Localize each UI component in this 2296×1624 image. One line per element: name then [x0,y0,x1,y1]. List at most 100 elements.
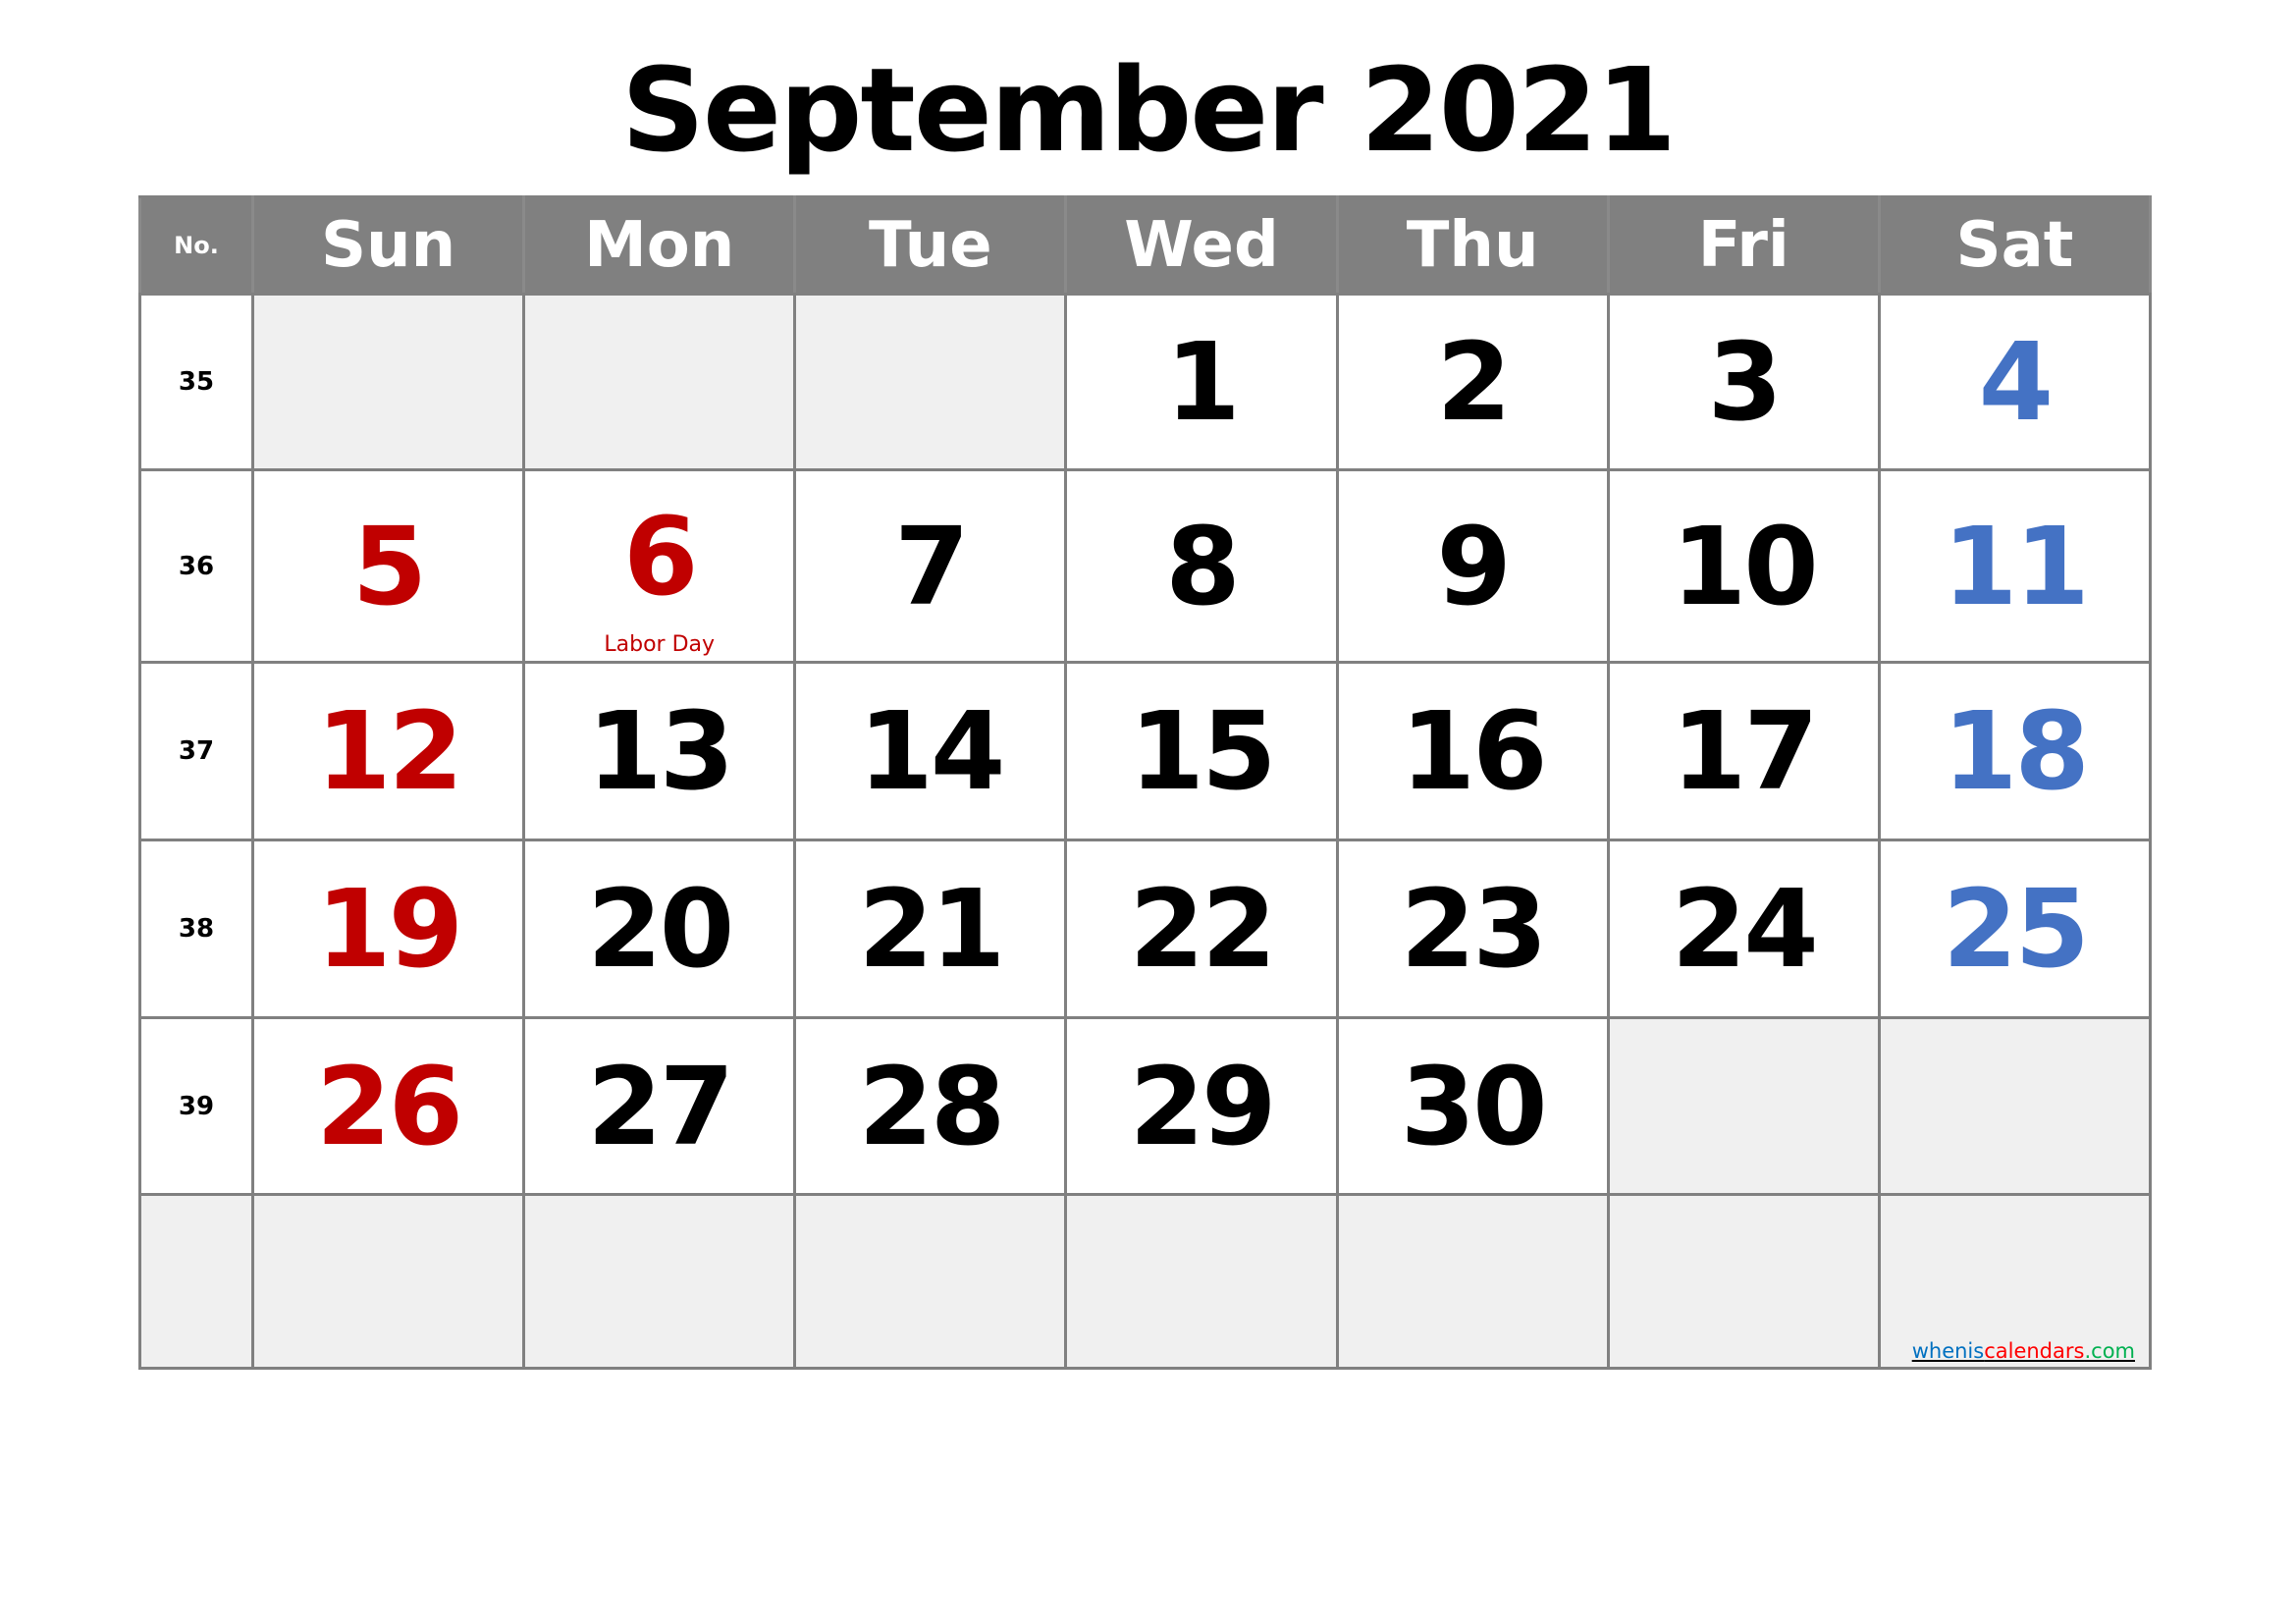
day-cell[interactable]: 17 [1606,661,1881,841]
day-cell[interactable]: 24 [1606,839,1881,1019]
week-row: 37 12 13 14 15 16 17 18 [138,661,2153,841]
day-number: 12 [316,688,463,814]
weekday-header-sat: Sat [1877,195,2153,296]
week-number: 37 [138,661,254,841]
day-cell[interactable]: 2 [1335,293,1610,471]
day-cell[interactable]: 9 [1335,468,1610,664]
weekday-header-fri: Fri [1606,195,1881,296]
empty-day-cell [1064,1193,1339,1370]
empty-day-cell [793,1193,1068,1370]
empty-day-cell [1335,1193,1610,1370]
week-row: 36 5 6 Labor Day 7 8 9 10 11 [138,468,2153,664]
day-number: 20 [587,866,734,992]
day-cell[interactable]: 1 [1064,293,1339,471]
week-row: 39 26 27 28 29 30 [138,1016,2153,1196]
day-number: 16 [1400,688,1548,814]
website-link-part3[interactable]: .com [2084,1339,2135,1363]
empty-day-cell [1606,1016,1881,1196]
day-cell[interactable]: 30 [1335,1016,1610,1196]
day-number: 11 [1942,503,2090,629]
day-cell[interactable]: 5 [250,468,526,664]
week-number: 36 [138,468,254,664]
day-cell[interactable]: 8 [1064,468,1339,664]
day-number: 7 [894,503,970,629]
week-number [138,1193,254,1370]
day-number: 28 [858,1043,1005,1169]
day-number: 15 [1129,688,1276,814]
weekday-header-thu: Thu [1335,195,1610,296]
empty-day-cell [250,1193,526,1370]
website-link-part1[interactable]: whenis [1912,1339,1985,1363]
weekday-header-sun: Sun [250,195,526,296]
day-number: 26 [316,1043,463,1169]
day-number: 9 [1436,503,1512,629]
week-number: 38 [138,839,254,1019]
day-cell[interactable]: 11 [1877,468,2153,664]
day-cell[interactable]: 16 [1335,661,1610,841]
day-cell[interactable]: 29 [1064,1016,1339,1196]
day-number: 25 [1942,866,2090,992]
calendar-grid: No. Sun Mon Tue Wed Thu Fri Sat 35 1 2 3 4 36… [138,195,2153,1370]
day-cell[interactable]: 21 [793,839,1068,1019]
day-number: 30 [1400,1043,1548,1169]
week-number-header: No. [138,195,254,296]
week-row: 35 1 2 3 4 [138,293,2153,471]
day-number: 27 [587,1043,734,1169]
day-cell[interactable]: 14 [793,661,1068,841]
day-number: 1 [1165,319,1241,445]
day-number: 14 [858,688,1005,814]
weekday-header-row: No. Sun Mon Tue Wed Thu Fri Sat [138,195,2153,296]
empty-day-cell [522,1193,797,1370]
day-cell[interactable]: 28 [793,1016,1068,1196]
weekday-header-wed: Wed [1064,195,1339,296]
day-cell[interactable]: 12 [250,661,526,841]
day-number: 18 [1942,688,2090,814]
website-link[interactable]: wheniscalendars.com [1912,1339,2135,1363]
week-row: 38 19 20 21 22 23 24 25 [138,839,2153,1019]
day-cell[interactable]: 23 [1335,839,1610,1019]
day-cell[interactable]: 13 [522,661,797,841]
day-cell[interactable]: 6 Labor Day [522,468,797,664]
day-number: 8 [1165,503,1241,629]
day-number: 2 [1436,319,1512,445]
day-cell[interactable]: 19 [250,839,526,1019]
weekday-header-tue: Tue [793,195,1068,296]
day-number: 29 [1129,1043,1276,1169]
empty-day-cell [522,293,797,471]
day-number: 22 [1129,866,1276,992]
day-number: 10 [1671,503,1819,629]
day-number: 6 [622,493,699,620]
day-cell[interactable]: 20 [522,839,797,1019]
holiday-label: Labor Day [604,632,716,657]
empty-day-cell [250,293,526,471]
empty-day-cell [793,293,1068,471]
calendar-title: September 2021 [620,42,1677,178]
day-number: 21 [858,866,1005,992]
day-cell[interactable]: 15 [1064,661,1339,841]
week-row: wheniscalendars.com [138,1193,2153,1370]
day-cell[interactable]: 25 [1877,839,2153,1019]
empty-day-cell [1606,1193,1881,1370]
day-cell[interactable]: 27 [522,1016,797,1196]
day-cell[interactable]: 18 [1877,661,2153,841]
day-number: 13 [587,688,734,814]
day-cell[interactable]: 7 [793,468,1068,664]
day-cell[interactable]: 26 [250,1016,526,1196]
weekday-header-mon: Mon [522,195,797,296]
empty-day-cell [1877,1016,2153,1196]
day-number: 19 [316,866,463,992]
day-number: 23 [1400,866,1548,992]
week-number: 39 [138,1016,254,1196]
day-cell[interactable]: 22 [1064,839,1339,1019]
day-cell[interactable]: 10 [1606,468,1881,664]
day-number: 5 [351,503,428,629]
day-number: 4 [1978,319,2055,445]
website-link-part2[interactable]: calendars [1984,1339,2084,1363]
empty-day-cell: wheniscalendars.com [1877,1193,2153,1370]
day-number: 17 [1671,688,1819,814]
day-cell[interactable]: 3 [1606,293,1881,471]
week-number: 35 [138,293,254,471]
day-number: 3 [1707,319,1784,445]
day-cell[interactable]: 4 [1877,293,2153,471]
day-number: 24 [1671,866,1819,992]
